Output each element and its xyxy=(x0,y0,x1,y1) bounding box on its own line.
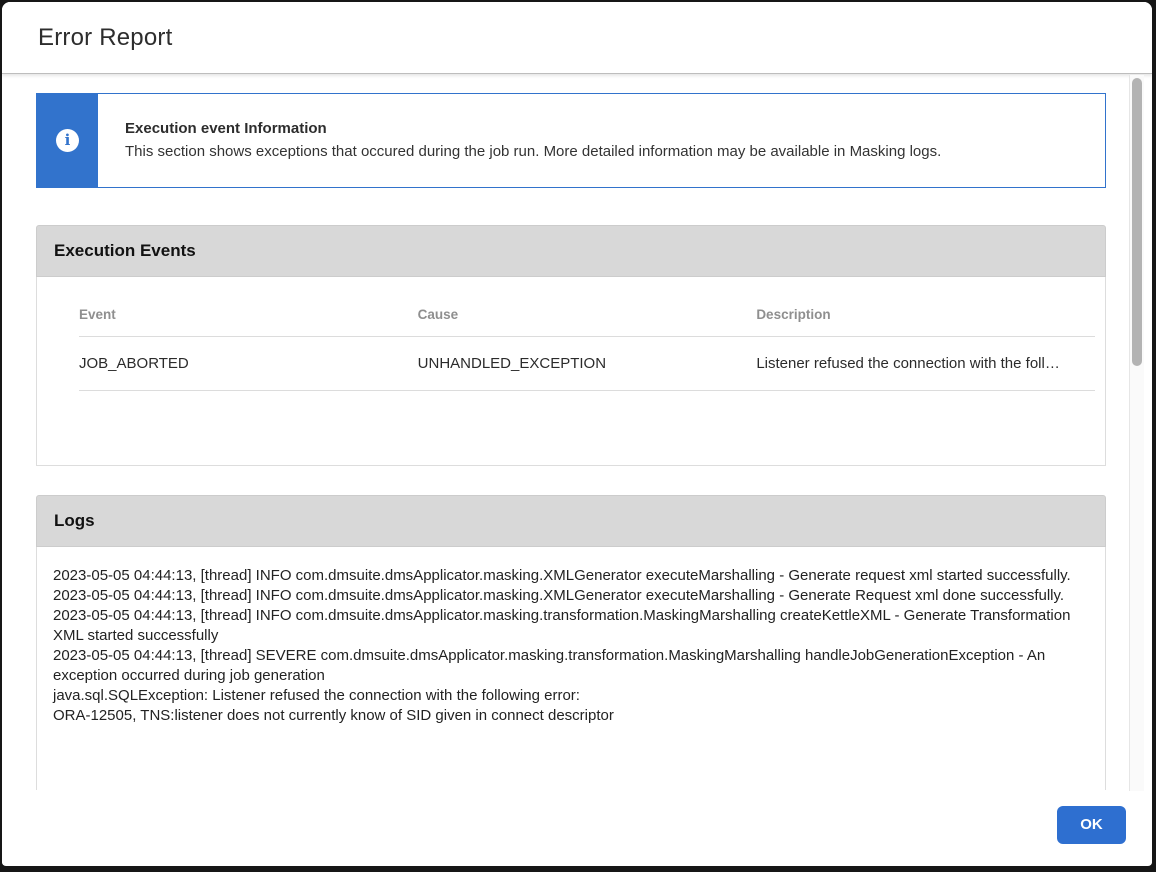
ok-button[interactable]: OK xyxy=(1057,806,1126,844)
info-banner-text: Execution event Information This section… xyxy=(98,94,961,187)
cell-cause: UNHANDLED_EXCEPTION xyxy=(418,337,757,391)
cell-event: JOB_ABORTED xyxy=(79,337,418,391)
info-icon: i xyxy=(56,129,79,152)
vertical-scrollbar-thumb[interactable] xyxy=(1132,78,1142,366)
logs-title: Logs xyxy=(54,511,95,531)
dialog-footer: OK xyxy=(2,790,1152,865)
execution-events-panel: Execution Events EventCauseDescription J… xyxy=(36,225,1106,466)
info-banner-icon-block: i xyxy=(37,94,98,187)
table-header-row: EventCauseDescription xyxy=(79,277,1095,337)
dialog-body: i Execution event Information This secti… xyxy=(2,74,1152,790)
cell-description: Listener refused the connection with the… xyxy=(756,337,1095,391)
dialog-header: Error Report xyxy=(2,2,1152,74)
execution-events-table-container: EventCauseDescription JOB_ABORTEDUNHANDL… xyxy=(36,277,1106,466)
table-body: JOB_ABORTEDUNHANDLED_EXCEPTIONListener r… xyxy=(79,337,1095,391)
column-header-event: Event xyxy=(79,277,418,337)
info-banner: i Execution event Information This secti… xyxy=(36,93,1106,188)
column-header-description: Description xyxy=(756,277,1095,337)
log-line: ORA-12505, TNS:listener does not current… xyxy=(53,706,1075,726)
log-line: 2023-05-05 04:44:13, [thread] INFO com.d… xyxy=(53,566,1075,586)
log-line: 2023-05-05 04:44:13, [thread] INFO com.d… xyxy=(53,606,1075,646)
logs-text-area: 2023-05-05 04:44:13, [thread] INFO com.d… xyxy=(36,547,1106,790)
error-report-dialog: Error Report i Execution event Informati… xyxy=(2,2,1152,866)
logs-panel: Logs 2023-05-05 04:44:13, [thread] INFO … xyxy=(36,495,1106,790)
logs-panel-header: Logs xyxy=(36,495,1106,547)
column-header-cause: Cause xyxy=(418,277,757,337)
vertical-scrollbar-track[interactable] xyxy=(1129,75,1144,791)
info-banner-title: Execution event Information xyxy=(125,119,941,139)
log-line: 2023-05-05 04:44:13, [thread] INFO com.d… xyxy=(53,586,1075,606)
execution-events-panel-header: Execution Events xyxy=(36,225,1106,277)
log-line: java.sql.SQLException: Listener refused … xyxy=(53,686,1075,706)
dialog-title: Error Report xyxy=(38,24,172,52)
info-banner-description: This section shows exceptions that occur… xyxy=(125,142,941,162)
execution-events-table: EventCauseDescription JOB_ABORTEDUNHANDL… xyxy=(79,277,1095,391)
table-row: JOB_ABORTEDUNHANDLED_EXCEPTIONListener r… xyxy=(79,337,1095,391)
execution-events-title: Execution Events xyxy=(54,241,196,261)
log-line: 2023-05-05 04:44:13, [thread] SEVERE com… xyxy=(53,646,1075,686)
